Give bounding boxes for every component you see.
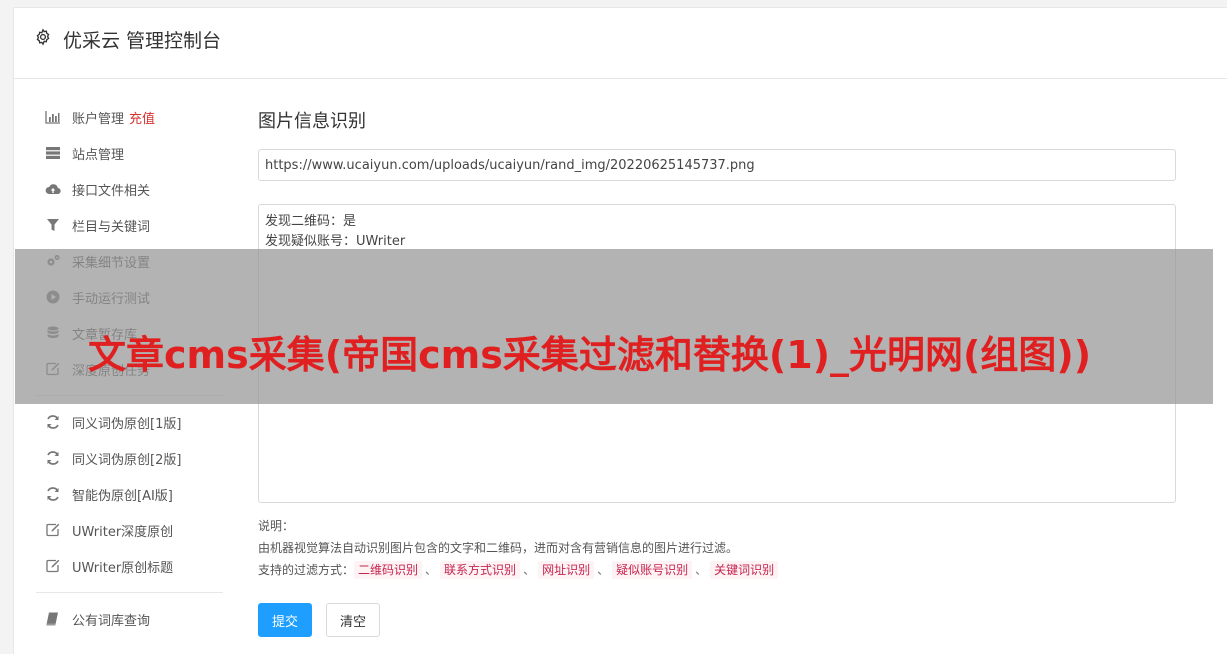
description: 说明： 由机器视觉算法自动识别图片包含的文字和二维码，进而对含有营销信息的图片进… <box>258 515 1178 581</box>
sidebar-item-label: 智能伪原创[AI版] <box>72 488 173 504</box>
page-title: 优采云 管理控制台 <box>63 30 222 52</box>
sidebar-item[interactable]: 智能伪原创[AI版] <box>32 476 223 512</box>
tag-separator: 、 <box>695 563 708 577</box>
tag-separator: 、 <box>597 563 610 577</box>
gear-icon <box>36 28 50 46</box>
description-text: 由机器视觉算法自动识别图片包含的文字和二维码，进而对含有营销信息的图片进行过滤。 <box>258 541 739 555</box>
sidebar-item[interactable]: 站点管理 <box>32 135 223 171</box>
sidebar-item[interactable]: 账户管理 充值 <box>32 99 223 135</box>
sidebar-item-label: UWriter原创标题 <box>72 560 174 576</box>
description-label: 说明： <box>258 519 295 533</box>
filter-tag: 联系方式识别 <box>440 561 521 579</box>
edit-icon <box>44 522 62 538</box>
overlay-title: 文章cms采集(帝国cms采集过滤和替换(1)_光明网(组图)) <box>88 333 1092 377</box>
sidebar-item-label: 站点管理 <box>72 147 125 163</box>
overlay-banner <box>15 249 1213 404</box>
sidebar-item-label: 同义词伪原创[1版] <box>72 416 182 432</box>
sidebar-item[interactable]: 接口文件相关 <box>32 171 223 207</box>
cloud-upload-icon <box>44 181 62 197</box>
result-line: 发现二维码：是 <box>265 214 357 229</box>
sidebar-item[interactable]: 同义词伪原创[2版] <box>32 440 223 476</box>
sidebar-item-label: 同义词伪原创[2版] <box>72 452 182 468</box>
filter-tag: 网址识别 <box>538 561 595 579</box>
sidebar-item[interactable]: 栏目与关键词 <box>32 207 223 243</box>
sidebar-item-label: 接口文件相关 <box>72 183 151 199</box>
sidebar-item-label: 栏目与关键词 <box>72 219 151 235</box>
sidebar-item[interactable]: UWriter原创标题 <box>32 548 223 584</box>
sidebar-item-label: 账户管理 <box>72 111 125 127</box>
bar-chart-icon <box>44 109 62 125</box>
filter-prefix: 支持的过滤方式： <box>258 563 355 577</box>
sidebar-divider <box>36 592 223 593</box>
book-icon <box>44 611 62 627</box>
refresh-icon <box>44 450 62 466</box>
server-icon <box>44 145 62 161</box>
refresh-icon <box>44 414 62 430</box>
action-buttons: 提交 清空 <box>258 603 1178 637</box>
sidebar-item-label: 公有词库查询 <box>72 613 151 629</box>
submit-button[interactable]: 提交 <box>258 603 312 637</box>
sidebar-item[interactable]: 同义词伪原创[1版] <box>32 404 223 440</box>
filter-tag: 二维码识别 <box>354 561 423 579</box>
filter-tag: 关键词识别 <box>710 561 779 579</box>
section-title: 图片信息识别 <box>258 111 366 132</box>
tag-separator: 、 <box>425 563 438 577</box>
sidebar-item[interactable]: 公有词库查询 <box>32 601 223 637</box>
sidebar-item[interactable]: UWriter深度原创 <box>32 512 223 548</box>
edit-icon <box>44 558 62 574</box>
sidebar-item-label: UWriter深度原创 <box>72 524 174 540</box>
clear-button[interactable]: 清空 <box>326 603 380 637</box>
recharge-link[interactable]: 充值 <box>129 108 155 127</box>
refresh-icon <box>44 486 62 502</box>
image-url-input[interactable] <box>258 149 1176 181</box>
filter-tag: 疑似账号识别 <box>612 561 693 579</box>
tag-separator: 、 <box>523 563 536 577</box>
filter-icon <box>44 217 62 233</box>
filter-methods: 支持的过滤方式： 二维码识别、联系方式识别、网址识别、疑似账号识别、关键词识别 <box>258 559 1178 581</box>
page-header: 优采云 管理控制台 <box>14 8 1227 79</box>
